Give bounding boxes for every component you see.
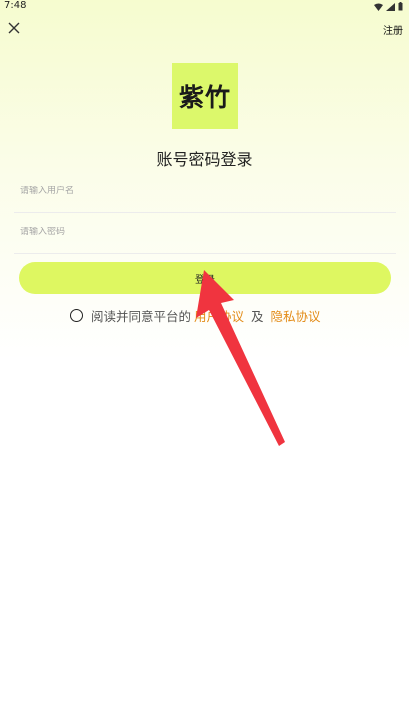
agreement-prefix: 阅读并同意平台的 bbox=[91, 308, 192, 324]
password-input[interactable] bbox=[20, 227, 380, 237]
register-link[interactable]: 注册 bbox=[383, 22, 403, 37]
privacy-policy-link[interactable]: 隐私协议 bbox=[271, 306, 321, 325]
battery-icon bbox=[398, 2, 403, 11]
password-field-row bbox=[14, 213, 396, 254]
app-logo: 紫竹 bbox=[172, 63, 238, 129]
page-title: 账号密码登录 bbox=[156, 150, 253, 169]
username-input[interactable] bbox=[20, 186, 380, 196]
logo-text: 紫竹 bbox=[178, 83, 231, 112]
agreement-checkbox[interactable] bbox=[70, 308, 83, 322]
agreement-and: 及 bbox=[251, 308, 264, 324]
wifi-icon bbox=[374, 3, 383, 11]
status-time: 7:48 bbox=[4, 0, 27, 11]
status-bar: 7:48 bbox=[0, 0, 409, 14]
agreement-row: 阅读并同意平台的 用户协议 及 隐私协议 bbox=[70, 306, 324, 325]
close-icon[interactable] bbox=[6, 20, 22, 36]
user-agreement-link[interactable]: 用户协议 bbox=[194, 306, 244, 325]
username-field-row bbox=[14, 172, 396, 213]
login-button[interactable]: 登录 bbox=[19, 262, 391, 294]
signal-icon bbox=[386, 2, 395, 11]
status-icons bbox=[374, 2, 403, 11]
